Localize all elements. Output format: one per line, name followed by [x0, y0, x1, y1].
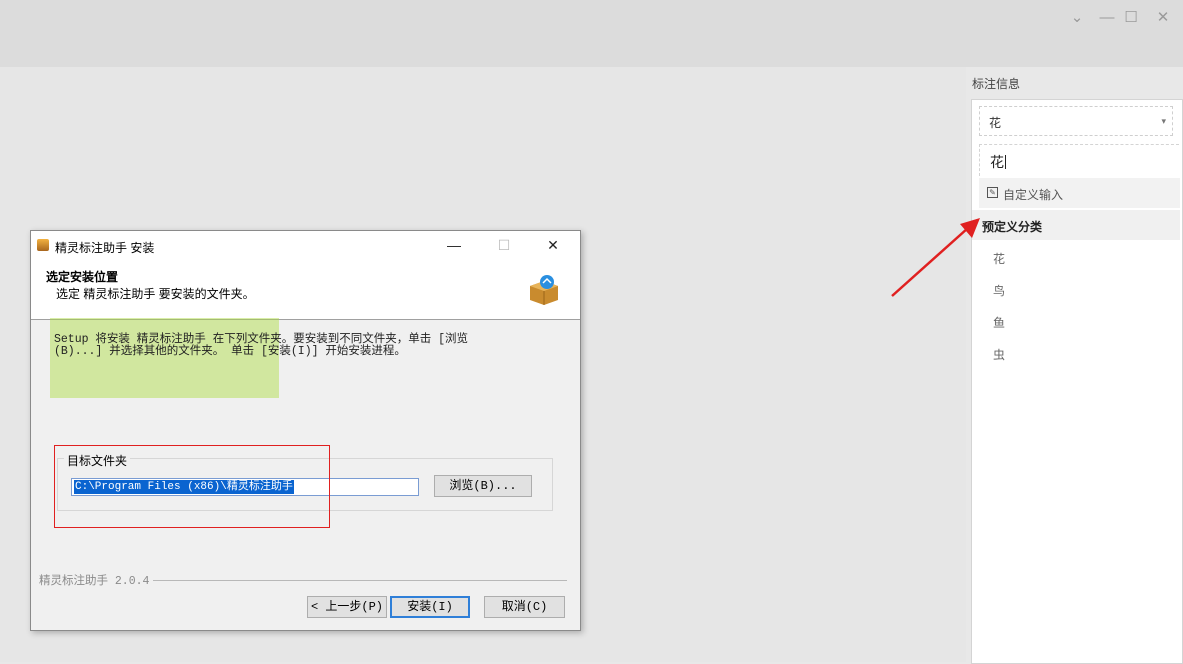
dialog-minimize-icon[interactable]: — [444, 237, 464, 255]
installer-app-icon [37, 239, 49, 251]
edit-icon: ✎ [987, 187, 998, 198]
dialog-heading: 选定安装位置 [46, 270, 119, 284]
caret-down-icon: ▾ [1161, 116, 1166, 126]
group-label: 预定义分类 [982, 220, 1043, 234]
dialog-title: 精灵标注助手 安装 [55, 241, 155, 255]
maximize-icon[interactable]: ☐ [1121, 8, 1141, 28]
option-label: 鸟 [993, 284, 1006, 298]
install-button[interactable]: 安装(I) [390, 596, 470, 618]
label-select[interactable]: 花 ▾ [979, 106, 1173, 136]
cancel-button[interactable]: 取消(C) [484, 596, 565, 618]
highlight-box-green [50, 318, 279, 398]
description-line: (B)...] 并选择其他的文件夹。 单击 [安装(I)] 开始安装进程。 [54, 345, 406, 358]
option-insect[interactable]: 虫 [972, 338, 1180, 368]
annotation-arrow-icon [891, 218, 980, 297]
dialog-subheading: 选定 精灵标注助手 要安装的文件夹。 [56, 287, 255, 301]
custom-input-option[interactable]: ✎ 自定义输入 [979, 178, 1180, 208]
chevron-down-icon[interactable]: ⌄ [1067, 8, 1087, 28]
option-fish[interactable]: 鱼 [972, 306, 1180, 336]
installer-brand: 精灵标注助手 2.0.4 [39, 572, 154, 588]
predefined-group-header: 预定义分类 [972, 210, 1180, 240]
option-flower[interactable]: 花 [972, 242, 1180, 272]
label-search-input[interactable]: 花 [979, 144, 1179, 176]
back-button[interactable]: < 上一步(P) [307, 596, 387, 618]
dialog-titlebar[interactable]: 精灵标注助手 安装 — ☐ ✕ [31, 231, 580, 261]
package-icon [530, 275, 558, 305]
install-description: Setup 将安装 精灵标注助手 在下列文件夹。要安装到不同文件夹，单击 [浏览… [54, 334, 554, 358]
annotation-panel: 标注信息 花 ▾ 花 ✎ 自定义输入 预定义分类 花 鸟 鱼 虫 [966, 67, 1183, 664]
close-icon[interactable]: ✕ [1153, 8, 1173, 28]
dialog-maximize-icon: ☐ [497, 237, 511, 253]
highlight-box-red [54, 445, 330, 528]
dialog-close-icon[interactable]: ✕ [543, 237, 563, 255]
panel-title: 标注信息 [972, 77, 1021, 91]
label-select-value: 花 [989, 116, 1002, 130]
custom-input-label: 自定义输入 [1003, 188, 1064, 202]
minimize-icon[interactable]: — [1097, 8, 1117, 28]
option-label: 花 [993, 252, 1006, 266]
label-search-value: 花 [990, 154, 1004, 170]
option-label: 虫 [993, 348, 1006, 362]
dialog-header: 选定安装位置 选定 精灵标注助手 要安装的文件夹。 [31, 261, 580, 320]
installer-dialog: 精灵标注助手 安装 — ☐ ✕ 选定安装位置 选定 精灵标注助手 要安装的文件夹… [30, 230, 581, 631]
option-label: 鱼 [993, 316, 1006, 330]
annotation-box: 花 ▾ 花 ✎ 自定义输入 预定义分类 花 鸟 鱼 虫 [971, 99, 1183, 664]
option-bird[interactable]: 鸟 [972, 274, 1180, 304]
app-titlebar: ⌄ — ☐ ✕ [0, 0, 1183, 67]
browse-button[interactable]: 浏览(B)... [434, 475, 532, 497]
